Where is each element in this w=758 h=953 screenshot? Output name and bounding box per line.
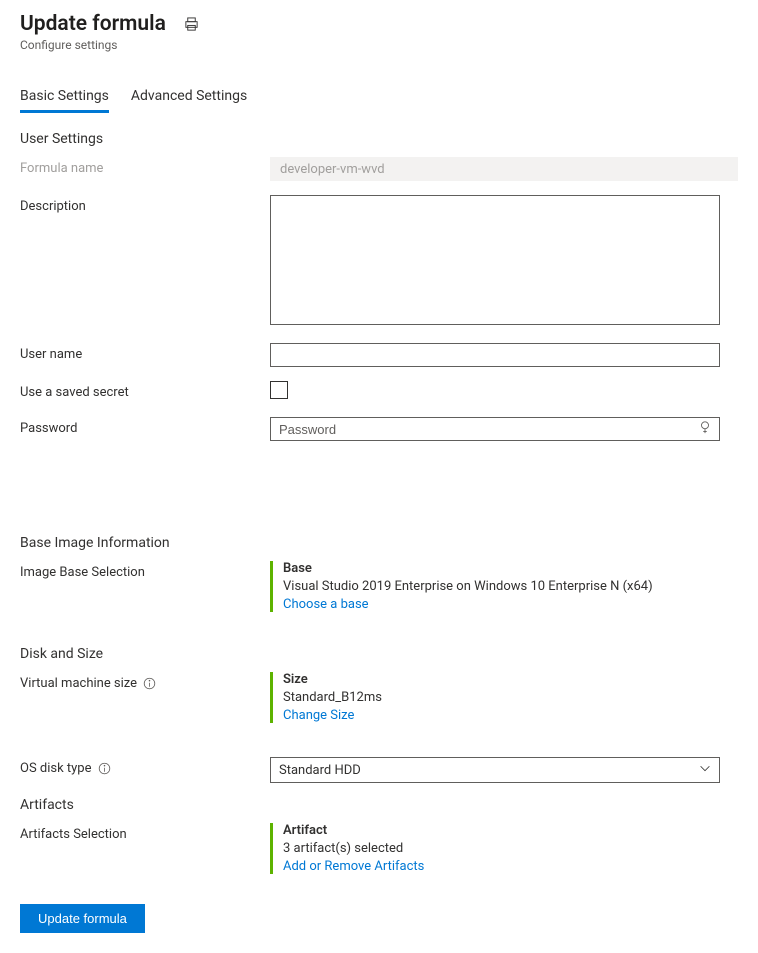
password-label: Password [20,417,270,436]
page-subtitle: Configure settings [20,38,738,52]
os-disk-label: OS disk type [20,757,270,776]
add-remove-artifacts-link[interactable]: Add or Remove Artifacts [283,859,720,874]
base-info-value: Visual Studio 2019 Enterprise on Windows… [283,579,720,594]
size-info-title: Size [283,672,720,687]
size-info-block: Size Standard_B12ms Change Size [270,672,720,723]
change-size-link[interactable]: Change Size [283,708,720,723]
password-field[interactable] [270,417,720,441]
image-base-selection-label: Image Base Selection [20,561,270,580]
size-info-value: Standard_B12ms [283,690,720,705]
user-settings-header: User Settings [20,131,738,147]
info-icon[interactable] [98,762,111,775]
choose-base-link[interactable]: Choose a base [283,597,720,612]
info-icon[interactable] [143,677,156,690]
vm-size-label: Virtual machine size [20,672,270,691]
page-title: Update formula [20,12,166,36]
username-field[interactable] [270,343,720,367]
os-disk-label-text: OS disk type [20,761,92,776]
artifact-info-block: Artifact 3 artifact(s) selected Add or R… [270,823,720,874]
base-info-title: Base [283,561,720,576]
artifacts-header: Artifacts [20,797,738,813]
description-field[interactable] [270,195,720,325]
formula-name-label: Formula name [20,157,270,176]
artifact-info-value: 3 artifact(s) selected [283,841,720,856]
artifacts-selection-label: Artifacts Selection [20,823,270,842]
base-image-header: Base Image Information [20,535,738,551]
saved-secret-checkbox[interactable] [270,381,288,399]
description-label: Description [20,195,270,214]
os-disk-select[interactable]: Standard HDD [270,757,720,783]
tab-advanced-settings[interactable]: Advanced Settings [131,88,247,113]
os-disk-select-value: Standard HDD [270,757,720,783]
disk-size-header: Disk and Size [20,646,738,662]
key-icon[interactable] [698,420,712,438]
update-formula-button[interactable]: Update formula [20,904,145,933]
chevron-down-icon [698,761,712,779]
formula-name-field: developer-vm-wvd [270,157,738,181]
tab-basic-settings[interactable]: Basic Settings [20,88,109,113]
saved-secret-label: Use a saved secret [20,381,270,400]
print-icon[interactable] [184,17,199,32]
artifact-info-title: Artifact [283,823,720,838]
base-info-block: Base Visual Studio 2019 Enterprise on Wi… [270,561,720,612]
tabs: Basic Settings Advanced Settings [20,88,738,113]
username-label: User name [20,343,270,362]
vm-size-label-text: Virtual machine size [20,676,137,691]
